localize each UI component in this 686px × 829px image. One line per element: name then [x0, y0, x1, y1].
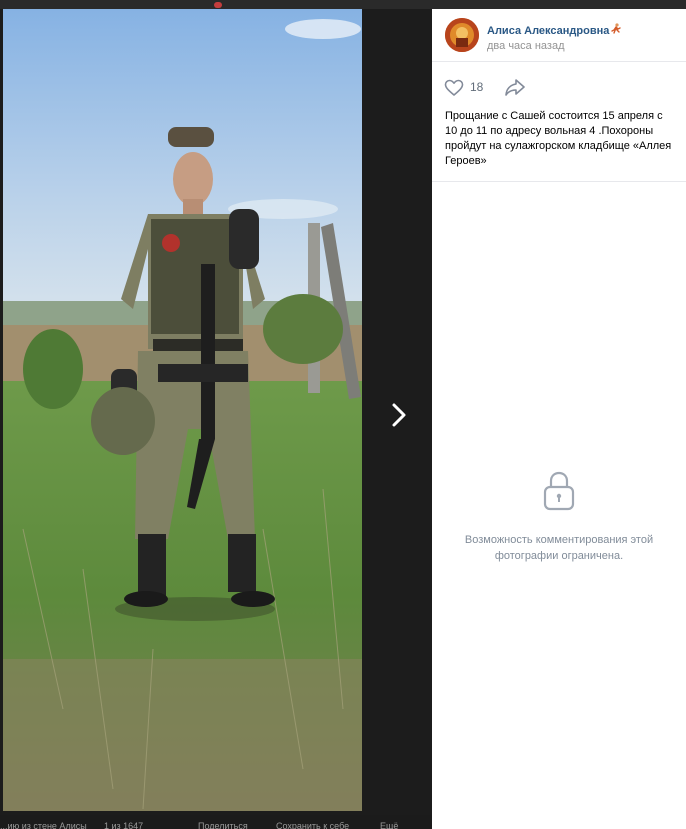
like-count: 18 — [470, 80, 484, 94]
author-name[interactable]: Алиса Александровна — [487, 23, 622, 37]
share-icon — [505, 79, 525, 96]
share-button[interactable] — [504, 77, 526, 97]
comments-locked-text: Возможность комментирования этой фотогра… — [464, 534, 654, 562]
photo-viewer — [0, 9, 432, 821]
post-time[interactable]: два часа назад — [487, 40, 564, 52]
photo-bottom-bar: ...ию из стене Алисы 1 из 1647 Поделитьс… — [0, 815, 432, 829]
top-bar — [0, 0, 686, 9]
notification-dot — [214, 2, 222, 8]
post-header: Алиса Александровна два часа назад — [432, 9, 686, 62]
avatar[interactable] — [445, 18, 479, 52]
more-link[interactable]: Ещё — [380, 821, 398, 829]
post-caption: Прощание с Сашей состоится 15 апреля с 1… — [445, 110, 672, 167]
runner-emoji-icon — [611, 23, 622, 35]
like-button[interactable]: 18 — [444, 75, 504, 99]
share-link[interactable]: Поделиться — [198, 821, 248, 829]
chevron-right-icon — [392, 403, 406, 427]
post-actions: 18 — [432, 73, 686, 101]
lock-icon — [541, 469, 577, 513]
photo-counter: 1 из 1647 — [104, 821, 144, 829]
next-photo-button[interactable] — [386, 395, 414, 435]
save-link[interactable]: Сохранить к себе — [276, 821, 349, 829]
author-name-text: Алиса Александровна — [487, 25, 610, 37]
heart-icon — [444, 79, 464, 96]
comments-locked-notice: Возможность комментирования этой фотогра… — [432, 469, 686, 564]
post-sidebar: Алиса Александровна два часа назад 18 Пр… — [432, 9, 686, 829]
divider — [432, 181, 686, 182]
album-link[interactable]: ...ию из стене Алисы — [0, 821, 87, 829]
post-photo[interactable] — [3, 9, 362, 811]
